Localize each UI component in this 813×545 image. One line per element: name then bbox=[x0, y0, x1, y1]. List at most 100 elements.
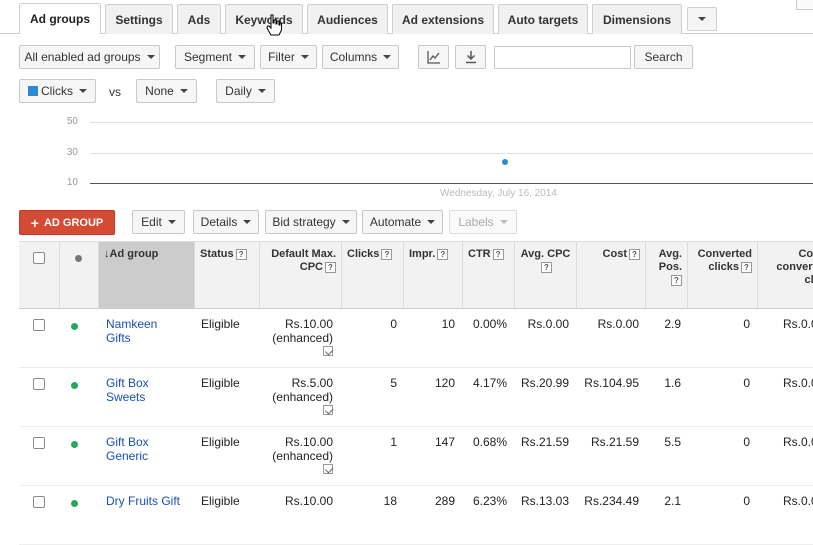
automate-dropdown[interactable]: Automate bbox=[362, 210, 443, 234]
toggle-graph-button[interactable] bbox=[418, 45, 449, 69]
line-chart-icon bbox=[426, 51, 440, 64]
download-icon bbox=[465, 51, 476, 64]
tab-ads[interactable]: Ads bbox=[177, 4, 221, 34]
dropdown-label: Clicks bbox=[41, 84, 73, 98]
dropdown-label: All enabled ad groups bbox=[24, 50, 141, 64]
status-enabled-dot-icon bbox=[71, 382, 78, 389]
converted-clicks-value: 0 bbox=[743, 317, 750, 331]
enhanced-cpc-checkbox-icon bbox=[323, 346, 333, 356]
search-button[interactable]: Search bbox=[634, 45, 693, 69]
max-cpc-value[interactable]: Rs.5.00 (enhanced) bbox=[259, 376, 333, 418]
dropdown-label: Bid strategy bbox=[272, 215, 336, 229]
column-cost-per-converted-click[interactable]: Cost /convertedclick bbox=[757, 242, 813, 309]
metric1-dropdown[interactable]: Clicks bbox=[19, 79, 96, 103]
column-label: clicks bbox=[708, 261, 739, 273]
more-tabs-button[interactable] bbox=[687, 7, 717, 31]
impr-value: 120 bbox=[434, 376, 455, 390]
column-converted-clicks[interactable]: Converted clicks? bbox=[687, 242, 757, 309]
add-ad-group-button[interactable]: + AD GROUP bbox=[19, 210, 115, 235]
select-all-checkbox[interactable] bbox=[33, 252, 45, 264]
ad-group-link[interactable]: Gift Box Generic bbox=[106, 435, 149, 463]
ad-group-link[interactable]: Gift Box Sweets bbox=[106, 376, 149, 404]
cost-value: Rs.234.49 bbox=[584, 494, 639, 508]
help-icon[interactable]: ? bbox=[741, 261, 752, 273]
status-enabled-dot-icon bbox=[71, 323, 78, 330]
ad-group-filter-dropdown[interactable]: All enabled ad groups bbox=[19, 45, 160, 69]
labels-dropdown[interactable]: Labels bbox=[449, 210, 517, 234]
status-value: Eligible bbox=[201, 435, 240, 449]
ad-group-link[interactable]: Namkeen Gifts bbox=[106, 317, 157, 345]
chevron-down-icon bbox=[146, 55, 155, 59]
column-ctr[interactable]: CTR? bbox=[462, 242, 514, 309]
columns-dropdown[interactable]: Columns bbox=[322, 45, 399, 69]
column-cost[interactable]: Cost? bbox=[576, 242, 645, 309]
table-row: Gift Box Generic Eligible Rs.10.00 (enhanc… bbox=[19, 427, 813, 486]
column-avg-pos[interactable]: Avg. Pos.? bbox=[645, 242, 687, 309]
ad-group-name: Dry Fruits Gift bbox=[106, 494, 180, 508]
help-icon[interactable]: ? bbox=[325, 261, 336, 273]
avg-cpc-value: Rs.20.99 bbox=[520, 376, 569, 390]
gridline bbox=[90, 122, 813, 123]
column-clicks[interactable]: Clicks? bbox=[341, 242, 403, 309]
tab-ad-groups[interactable]: Ad groups bbox=[19, 3, 101, 34]
help-icon[interactable]: ? bbox=[629, 248, 640, 260]
tab-settings[interactable]: Settings bbox=[105, 4, 173, 34]
cpc-amount: Rs.10.00 bbox=[284, 435, 333, 449]
column-default-max-cpc[interactable]: Default Max. CPC? bbox=[259, 242, 341, 309]
ctr-value: 4.17% bbox=[472, 376, 507, 390]
column-label: CTR bbox=[468, 248, 491, 260]
tab-dimensions[interactable]: Dimensions bbox=[592, 4, 682, 34]
avg-pos-value: 5.5 bbox=[664, 435, 681, 449]
dropdown-label: None bbox=[145, 84, 174, 98]
segment-dropdown[interactable]: Segment bbox=[175, 45, 255, 69]
row-checkbox[interactable] bbox=[33, 378, 45, 390]
status-filter-dot-icon[interactable] bbox=[75, 255, 82, 262]
dropdown-label: Segment bbox=[183, 50, 233, 64]
cost-value: Rs.21.59 bbox=[590, 435, 639, 449]
bid-strategy-dropdown[interactable]: Bid strategy bbox=[265, 210, 357, 234]
max-cpc-value[interactable]: Rs.10.00 (enhanced) bbox=[259, 317, 333, 359]
ad-group-name: Gifts bbox=[106, 331, 131, 345]
column-impr[interactable]: Impr.? bbox=[403, 242, 462, 309]
column-avg-cpc[interactable]: Avg. CPC? bbox=[514, 242, 576, 309]
search-input[interactable] bbox=[494, 46, 631, 69]
help-icon[interactable]: ? bbox=[541, 261, 552, 273]
max-cpc-value[interactable]: Rs.10.00 (enhanced) bbox=[259, 435, 333, 477]
help-icon[interactable]: ? bbox=[235, 248, 247, 260]
avg-pos-value: 2.9 bbox=[664, 317, 681, 331]
help-icon[interactable]: ? bbox=[492, 248, 504, 260]
interval-dropdown[interactable]: Daily bbox=[216, 79, 275, 103]
details-dropdown[interactable]: Details bbox=[193, 210, 259, 234]
enhanced-label: (enhanced) bbox=[272, 390, 333, 404]
performance-chart: 50 30 10 Wednesday, July 16, 2014 bbox=[0, 112, 813, 202]
tab-keywords[interactable]: Keywords bbox=[225, 4, 303, 34]
help-icon[interactable]: ? bbox=[381, 248, 393, 260]
max-cpc-value[interactable]: Rs.10.00 bbox=[259, 494, 333, 508]
status-value: Eligible bbox=[201, 376, 240, 390]
tab-auto-targets[interactable]: Auto targets bbox=[498, 4, 588, 34]
row-checkbox[interactable] bbox=[33, 437, 45, 449]
column-status[interactable]: Status? bbox=[194, 242, 259, 309]
tab-ad-extensions[interactable]: Ad extensions bbox=[392, 4, 494, 34]
filter-dropdown[interactable]: Filter bbox=[260, 45, 317, 69]
avg-pos-value: 2.1 bbox=[664, 494, 681, 508]
dropdown-label: Columns bbox=[329, 50, 378, 64]
download-button[interactable] bbox=[455, 45, 486, 69]
row-checkbox[interactable] bbox=[33, 496, 45, 508]
row-checkbox[interactable] bbox=[33, 319, 45, 331]
help-icon[interactable]: ? bbox=[437, 248, 449, 260]
column-ad-group[interactable]: ↓Ad group bbox=[98, 242, 194, 309]
edit-dropdown[interactable]: Edit bbox=[132, 210, 185, 234]
cost-per-conversion-value: Rs.0.00 bbox=[783, 376, 813, 390]
cost-per-conversion-value: Rs.0.00 bbox=[783, 435, 813, 449]
y-tick-label: 30 bbox=[66, 147, 78, 158]
ad-group-link[interactable]: Dry Fruits Gift bbox=[106, 494, 180, 508]
cost-per-conversion-value: Rs.0.00 bbox=[783, 494, 813, 508]
help-icon[interactable]: ? bbox=[671, 274, 682, 286]
y-tick-label: 10 bbox=[66, 177, 78, 188]
metric2-dropdown[interactable]: None bbox=[136, 79, 197, 103]
tab-audiences[interactable]: Audiences bbox=[307, 4, 388, 34]
tab-label: Ads bbox=[187, 12, 211, 27]
avg-pos-value: 1.6 bbox=[664, 376, 681, 390]
button-label: Search bbox=[644, 50, 683, 64]
